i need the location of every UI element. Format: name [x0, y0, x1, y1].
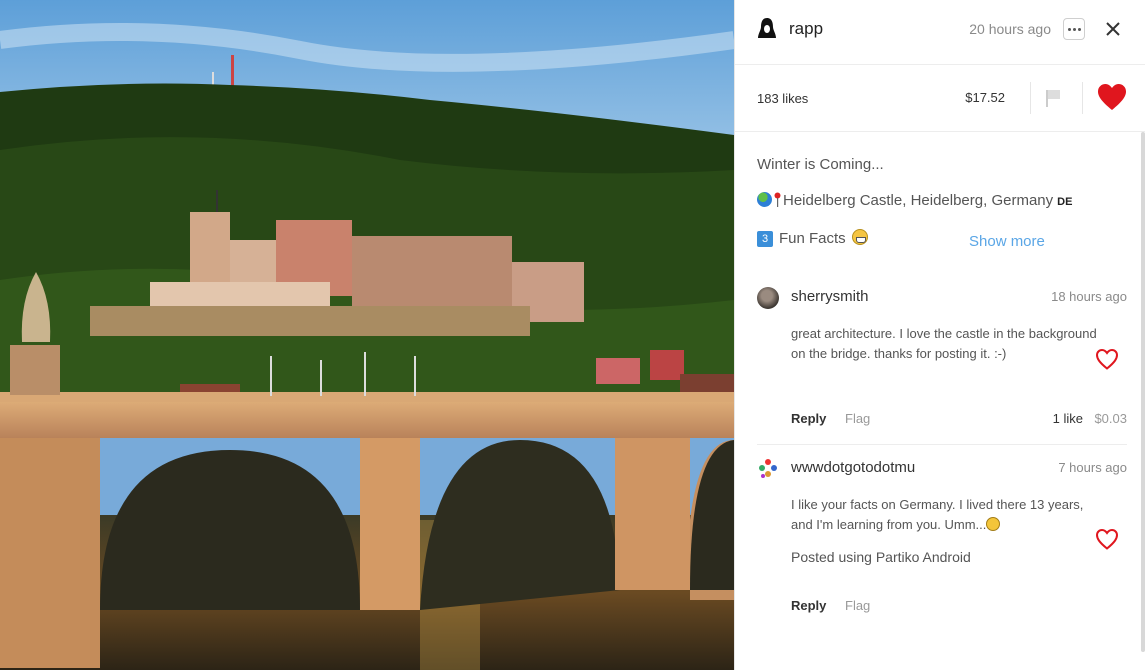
- globe-icon: [757, 192, 772, 207]
- pin-icon: [774, 192, 781, 207]
- post-time: 20 hours ago: [969, 21, 1051, 37]
- author-name[interactable]: rapp: [789, 19, 823, 39]
- flag-button[interactable]: Flag: [845, 598, 870, 613]
- divider: [1030, 82, 1031, 114]
- flag-button[interactable]: Flag: [845, 411, 870, 426]
- grin-icon: [851, 229, 868, 245]
- commenter-avatar[interactable]: [757, 458, 779, 480]
- comment-text: I like your facts on Germany. I lived th…: [791, 495, 1101, 534]
- author-avatar[interactable]: [755, 16, 779, 40]
- heidelberg-bridge-photo: [0, 0, 734, 670]
- heart-icon[interactable]: [1095, 528, 1119, 550]
- close-icon[interactable]: [1103, 19, 1123, 39]
- comment-footer: Posted using Partiko Android: [791, 549, 971, 565]
- heart-icon[interactable]: [1097, 83, 1127, 111]
- post-stats: 183 likes $17.52: [735, 65, 1145, 132]
- comment-time: 18 hours ago: [1051, 289, 1127, 304]
- smiley-icon: [986, 516, 1001, 531]
- reply-button[interactable]: Reply: [791, 411, 826, 426]
- reply-button[interactable]: Reply: [791, 598, 826, 613]
- commenter-avatar[interactable]: [757, 287, 779, 309]
- comment: sherrysmith 18 hours ago great architect…: [757, 287, 1127, 445]
- scrollbar[interactable]: [1141, 132, 1145, 652]
- fun-facts-text: Fun Facts: [779, 230, 846, 247]
- post-image[interactable]: [0, 0, 734, 670]
- divider: [1082, 82, 1083, 114]
- likes-count[interactable]: 183 likes: [757, 91, 808, 106]
- divider: [757, 444, 1127, 445]
- comment-likes[interactable]: 1 like: [1053, 411, 1083, 426]
- comment: wwwdotgotodotmu 7 hours ago I like your …: [757, 458, 1127, 618]
- comment-text-body: I like your facts on Germany. I lived th…: [791, 497, 1084, 532]
- comment-time: 7 hours ago: [1058, 460, 1127, 475]
- commenter-name[interactable]: wwwdotgotodotmu: [791, 459, 915, 476]
- number-badge: 3: [757, 231, 773, 247]
- comment-text: great architecture. I love the castle in…: [791, 326, 1097, 361]
- post-location: Heidelberg Castle, Heidelberg, Germany DE: [757, 192, 1072, 209]
- post-header: rapp 20 hours ago: [735, 0, 1145, 65]
- comment-payout[interactable]: $0.03: [1094, 411, 1127, 426]
- more-icon[interactable]: [1063, 18, 1085, 40]
- flag-icon[interactable]: [1043, 88, 1063, 108]
- post-payout[interactable]: $17.52: [965, 90, 1005, 105]
- commenter-name[interactable]: sherrysmith: [791, 288, 869, 305]
- location-text: Heidelberg Castle, Heidelberg, Germany: [783, 192, 1054, 209]
- post-detail-panel: rapp 20 hours ago 183 likes $17.52 Winte…: [734, 0, 1145, 670]
- heart-icon[interactable]: [1095, 348, 1119, 370]
- location-flag: DE: [1057, 196, 1073, 208]
- fun-facts-line: 3 Fun Facts: [757, 229, 868, 247]
- post-title: Winter is Coming...: [757, 156, 884, 173]
- show-more-link[interactable]: Show more: [969, 233, 1045, 250]
